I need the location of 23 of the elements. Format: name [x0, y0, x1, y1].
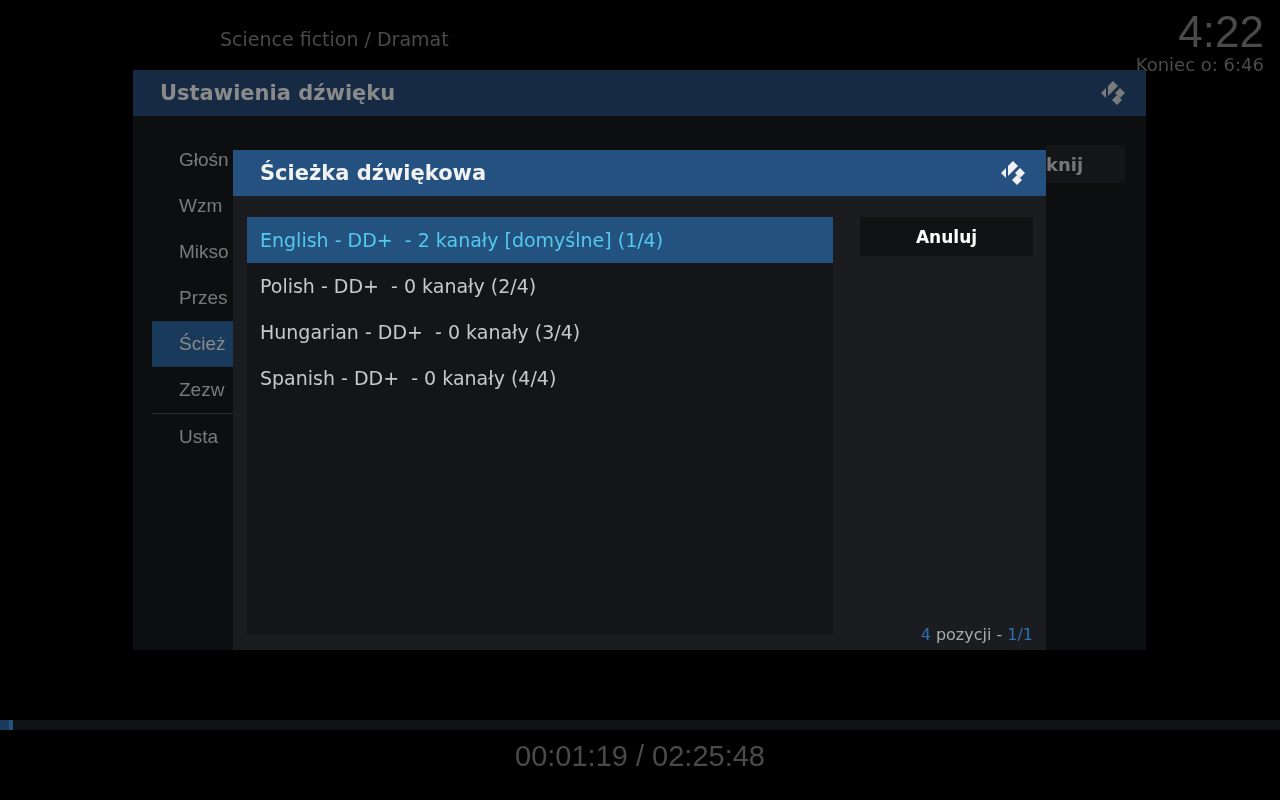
settings-item[interactable]: Przes [152, 275, 233, 321]
dialog-title: Ustawienia dźwięku [160, 81, 396, 105]
settings-item[interactable]: Zezw [152, 367, 233, 413]
end-time: Koniec o: 6:46 [1135, 54, 1264, 75]
close-button[interactable]: knij [1046, 145, 1125, 183]
playback-time: 00:01:19 / 02:25:48 [515, 740, 765, 772]
item-count: 4 [920, 625, 931, 644]
genre-text: Science fiction / Dramat [220, 28, 449, 52]
page-indicator: 1/1 [1007, 625, 1033, 644]
audio-track-item[interactable]: Polish - DD+ - 0 kanały (2/4) [247, 263, 833, 309]
dialog-title: Ścieżka dźwiękowa [260, 161, 487, 185]
audio-track-item[interactable]: Hungarian - DD+ - 0 kanały (3/4) [247, 309, 833, 355]
clock: 4:22 [1178, 10, 1264, 54]
settings-item[interactable]: Wzm [152, 183, 233, 229]
audio-track-item[interactable]: English - DD+ - 2 kanały [domyślne] (1/4) [247, 217, 833, 263]
settings-item[interactable]: Usta [152, 414, 233, 460]
cancel-button[interactable]: Anuluj [860, 217, 1033, 256]
settings-item[interactable]: Ścież [152, 321, 233, 367]
audio-track-item[interactable]: Spanish - DD+ - 0 kanały (4/4) [247, 355, 833, 401]
progress-bar[interactable] [0, 720, 1280, 730]
settings-item[interactable]: Głośn [152, 137, 233, 183]
settings-item[interactable]: Mikso [152, 229, 233, 275]
count-label: pozycji - [935, 625, 1003, 644]
